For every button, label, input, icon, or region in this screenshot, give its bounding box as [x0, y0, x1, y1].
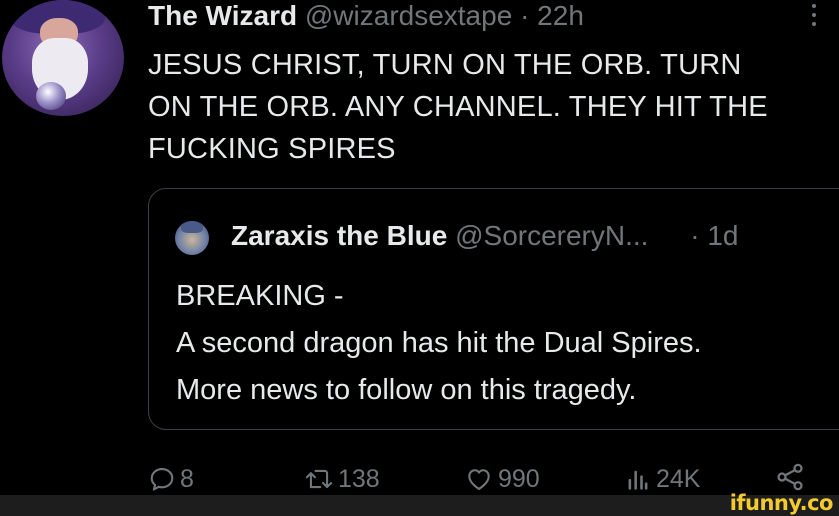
author-name[interactable]: The Wizard — [148, 0, 297, 31]
quoted-text-line: A second dragon has hit the Dual Spires. — [176, 327, 702, 359]
tweet-text-line: JESUS CHRIST, TURN ON THE ORB. TURN — [148, 49, 742, 81]
action-bar: 8 138 990 24K — [148, 461, 828, 497]
author-handle[interactable]: @wizardsextape — [305, 0, 512, 31]
tweet-text-line: ON THE ORB. ANY CHANNEL. THEY HIT THE — [148, 91, 768, 123]
heart-icon — [468, 469, 490, 490]
header-separator: · — [520, 0, 530, 31]
tweet-text: JESUS CHRIST, TURN ON THE ORB. TURN ON T… — [148, 44, 839, 170]
quoted-tweet-header: Zaraxis the Blue @SorcereryN... · 1d — [231, 219, 739, 253]
quoted-author-avatar[interactable] — [175, 221, 209, 255]
author-avatar[interactable] — [2, 0, 124, 116]
retweet-count: 138 — [338, 465, 380, 493]
ifunny-watermark: ifunny.co — [729, 491, 834, 515]
quoted-header-separator: · — [690, 220, 700, 251]
views-button[interactable]: 24K — [624, 461, 700, 497]
retweet-icon — [305, 469, 333, 489]
crystal-orb — [36, 82, 66, 110]
views-count: 24K — [656, 465, 701, 493]
like-button[interactable]: 990 — [464, 461, 540, 497]
tweet-time[interactable]: 22h — [537, 0, 584, 31]
quoted-author-name[interactable]: Zaraxis the Blue — [231, 220, 447, 251]
share-button[interactable] — [774, 461, 806, 493]
retweet-button[interactable]: 138 — [304, 461, 380, 497]
quoted-text-line: BREAKING - — [176, 280, 344, 312]
views-icon — [628, 470, 648, 490]
tweet-text-line: FUCKING SPIRES — [148, 133, 396, 165]
quoted-author-handle[interactable]: @SorcereryN... — [455, 220, 648, 251]
quoted-tweet-time[interactable]: 1d — [707, 220, 738, 251]
quoted-tweet[interactable]: Zaraxis the Blue @SorcereryN... · 1d BRE… — [148, 188, 839, 430]
like-count: 990 — [498, 465, 540, 493]
share-icon — [777, 463, 803, 491]
more-icon[interactable] — [810, 4, 818, 32]
reply-icon — [150, 468, 174, 491]
quoted-tweet-text: BREAKING - A second dragon has hit the D… — [176, 273, 702, 414]
watermark-bar — [0, 495, 839, 516]
tweet-header: The Wizard @wizardsextape · 22h — [148, 0, 584, 32]
reply-button[interactable]: 8 — [148, 461, 194, 497]
quoted-text-line: More news to follow on this tragedy. — [176, 374, 637, 406]
reply-count: 8 — [180, 465, 194, 493]
